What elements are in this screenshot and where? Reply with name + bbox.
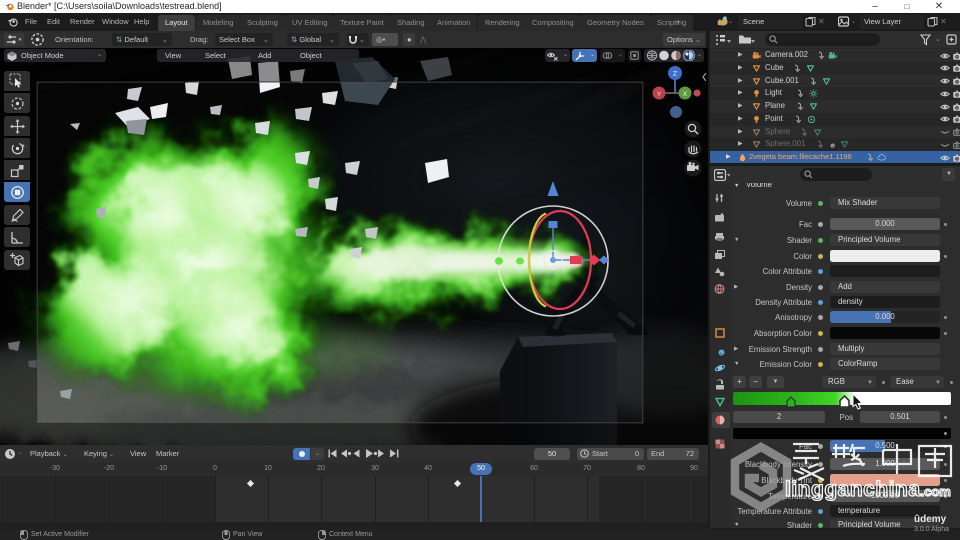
svg-text:Y: Y xyxy=(657,91,662,98)
svg-text:X: X xyxy=(683,91,688,98)
svg-text:Z: Z xyxy=(673,71,678,78)
